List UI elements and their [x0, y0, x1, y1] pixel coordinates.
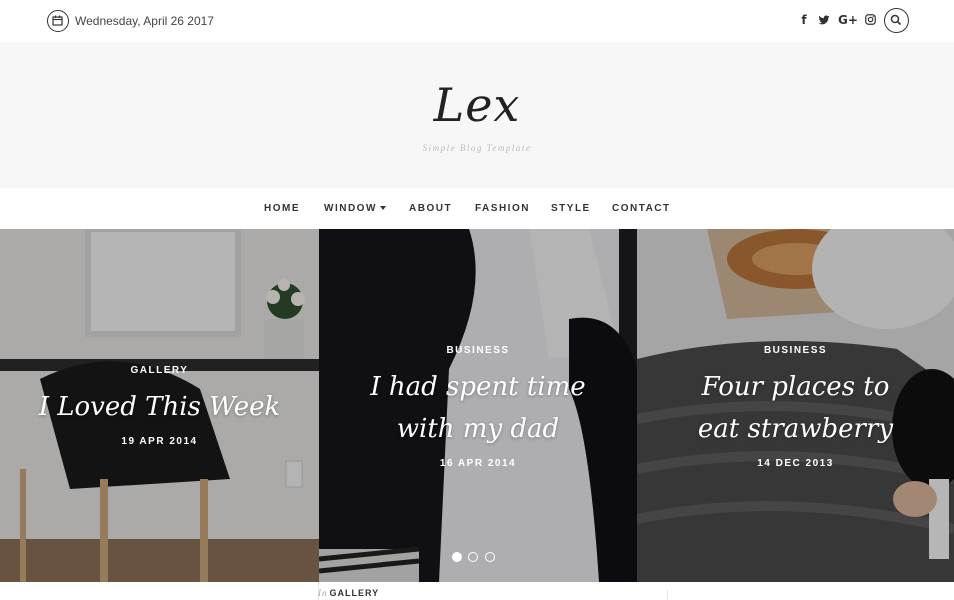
in-label: In: [318, 588, 328, 598]
caret-down-icon: [379, 206, 386, 211]
slider-dot-3[interactable]: [485, 552, 495, 562]
top-bar: Wednesday, April 26 2017 f G+: [0, 0, 954, 42]
nav-item-style[interactable]: STYLE: [551, 203, 591, 214]
post-category-link[interactable]: GALLERY: [330, 588, 380, 598]
slide-1-title[interactable]: I Loved This Week: [0, 386, 319, 428]
site-header: Lex Simple Blog Template: [0, 42, 954, 188]
current-date: Wednesday, April 26 2017: [75, 14, 214, 28]
slide-1-caption: GALLERY I Loved This Week 19 APR 2014: [0, 365, 319, 447]
slide-2-category[interactable]: BUSINESS: [319, 345, 637, 356]
divider: [667, 590, 668, 600]
slide-2-title[interactable]: I had spent time with my dad: [319, 366, 637, 450]
slide-3-date: 14 DEC 2013: [757, 458, 834, 469]
slide-3-title[interactable]: Four places to eat strawberry: [637, 366, 954, 450]
google-plus-icon[interactable]: G+: [838, 12, 858, 28]
featured-slider: GALLERY I Loved This Week 19 APR 2014 BU…: [0, 229, 954, 582]
slide-3[interactable]: BUSINESS Four places to eat strawberry 1…: [637, 229, 954, 582]
slide-3-category[interactable]: BUSINESS: [637, 345, 954, 356]
nav-item-window[interactable]: WINDOW: [324, 203, 386, 214]
search-button[interactable]: [884, 8, 909, 33]
content-strip: In GALLERY: [0, 582, 954, 600]
nav-item-home[interactable]: HOME: [264, 203, 300, 214]
calendar-icon: [47, 10, 69, 32]
slide-1-category[interactable]: GALLERY: [0, 365, 319, 376]
slide-1-date: 19 APR 2014: [121, 436, 198, 447]
slide-2-caption: BUSINESS I had spent time with my dad 16…: [319, 345, 637, 469]
twitter-icon[interactable]: [816, 12, 832, 28]
search-icon: [890, 14, 902, 26]
site-logo[interactable]: Lex: [0, 78, 954, 132]
slider-dot-2[interactable]: [468, 552, 478, 562]
nav-item-contact[interactable]: CONTACT: [612, 203, 671, 214]
nav-item-window-label: WINDOW: [324, 203, 377, 214]
instagram-icon[interactable]: [862, 12, 878, 28]
site-tagline: Simple Blog Template: [422, 143, 532, 153]
slide-2-date: 16 APR 2014: [439, 458, 517, 469]
slide-3-caption: BUSINESS Four places to eat strawberry 1…: [637, 345, 954, 469]
slide-2[interactable]: BUSINESS I had spent time with my dad 16…: [319, 229, 637, 582]
main-nav: HOME WINDOW ABOUT FASHION STYLE CONTACT: [0, 188, 954, 229]
nav-item-fashion[interactable]: FASHION: [475, 203, 530, 214]
post-category-label: In GALLERY: [318, 588, 379, 598]
slider-dot-1[interactable]: [452, 552, 462, 562]
slide-1[interactable]: GALLERY I Loved This Week 19 APR 2014: [0, 229, 319, 582]
nav-item-about[interactable]: ABOUT: [409, 203, 452, 214]
facebook-icon[interactable]: f: [796, 12, 812, 28]
